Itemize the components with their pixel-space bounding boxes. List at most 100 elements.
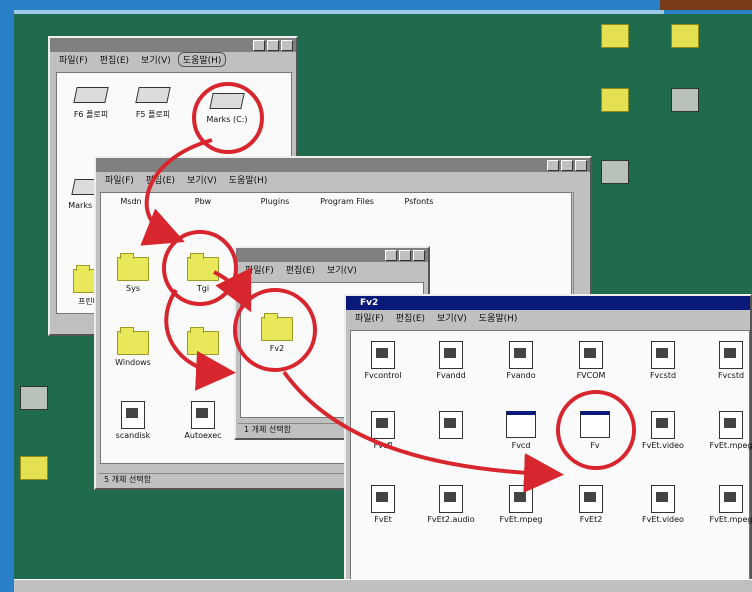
floppy-drive-icon [135,87,171,103]
file-item[interactable]: FvEt [353,485,413,524]
desktop-icon[interactable] [654,24,716,50]
menu-edit[interactable]: 편집(E) [95,52,134,67]
file-item[interactable]: FvEt.mpeg [701,485,752,524]
file-item[interactable]: Fvcfl [353,411,413,450]
file-item[interactable]: FvEt.mpeg [701,411,752,450]
folder-icon [20,456,48,480]
menu-file[interactable]: 파일(F) [350,310,389,325]
minimize-button[interactable] [253,39,265,51]
window-title: Fv2 [360,298,379,308]
file-item[interactable]: Fvando [491,341,551,380]
title-bar[interactable]: Fv2 [346,296,750,310]
minimize-button[interactable] [385,249,397,261]
menu-edit[interactable]: 편집(E) [281,262,320,277]
file-item[interactable]: Fvcontrol [353,341,413,380]
file-item[interactable]: FvEt.video [633,411,693,450]
menu-help[interactable]: 도움말(H) [224,172,273,187]
menu-view[interactable]: 보기(V) [182,172,222,187]
document-icon [439,411,463,439]
folder-item[interactable]: Windows [103,327,163,367]
folder-item[interactable]: Msdn [101,197,161,206]
menu-view[interactable]: 보기(V) [322,262,362,277]
folder-icon [117,253,149,281]
program-icon [506,411,536,438]
file-item[interactable]: FVCOM [561,341,621,380]
menu-bar: 파일(F) 편집(E) 보기(V) [236,262,428,276]
taskbar [14,579,752,592]
file-item[interactable] [421,411,481,441]
file-item[interactable]: FvEt.video [633,485,693,524]
desktop-icon[interactable] [584,24,646,50]
document-icon [509,341,533,369]
folder-icon [671,24,699,48]
document-icon [719,411,743,439]
menu-file[interactable]: 파일(F) [240,262,279,277]
menu-view[interactable]: 보기(V) [432,310,472,325]
folder-item[interactable]: Tgi [173,253,233,293]
file-item[interactable]: Fvcstd [701,341,752,380]
drive-item[interactable]: F5 플로피 [123,81,183,120]
menu-edit[interactable]: 편집(E) [141,172,180,187]
folder-item[interactable]: Plugins [245,197,305,206]
close-button[interactable] [281,39,293,51]
document-icon [191,401,215,429]
desktop-icon[interactable] [584,160,646,186]
folder-item[interactable]: Sys [103,253,163,293]
document-icon [671,88,699,112]
maximize-button[interactable] [399,249,411,261]
drive-item[interactable]: Marks (C:) [197,87,257,124]
program-item[interactable]: Fvcd [491,411,551,450]
title-bar[interactable] [96,158,590,172]
desktop-icon[interactable] [584,88,646,114]
program-item[interactable]: Fv [565,411,625,450]
file-item[interactable]: scandisk [103,401,163,440]
folder-icon [187,253,219,281]
folder-icon [601,88,629,112]
menu-view[interactable]: 보기(V) [136,52,176,67]
menu-file[interactable]: 파일(F) [100,172,139,187]
document-icon [579,341,603,369]
title-bar[interactable] [50,38,296,52]
document-icon [121,401,145,429]
desktop-icon[interactable] [14,456,54,482]
file-item[interactable]: Autoexec [173,401,233,440]
desktop-icon[interactable] [14,386,54,412]
program-icon [20,386,48,410]
document-icon [371,411,395,439]
folder-item[interactable]: Psfonts [389,197,449,206]
program-icon [580,411,610,438]
close-button[interactable] [413,249,425,261]
folder-item[interactable]: Fv2 [247,313,307,353]
menu-file[interactable]: 파일(F) [54,52,93,67]
menu-edit[interactable]: 편집(E) [391,310,430,325]
document-icon [579,485,603,513]
desktop-icon[interactable] [654,88,716,114]
folder-item[interactable]: Program Files [317,197,377,206]
document-icon [651,411,675,439]
menu-help[interactable]: 도움말(H) [474,310,523,325]
window-content: Fvcontrol Fvandd Fvando FVCOM Fvcstd Fvc… [350,330,752,590]
title-bar[interactable] [236,248,428,262]
file-item[interactable]: FvEt2.audio [421,485,481,524]
file-item[interactable]: FvEt.mpeg [491,485,551,524]
maximize-button[interactable] [561,159,573,171]
document-icon [719,485,743,513]
hard-drive-icon [209,93,245,109]
menu-bar: 파일(F) 편집(E) 보기(V) 도움말(H) [346,310,750,324]
minimize-button[interactable] [547,159,559,171]
program-icon [601,160,629,184]
menu-bar: 파일(F) 편집(E) 보기(V) 도움말(H) [50,51,296,67]
document-icon [439,341,463,369]
maximize-button[interactable] [267,39,279,51]
drive-item[interactable]: F6 플로피 [61,81,121,120]
file-item[interactable]: Fvcstd [633,341,693,380]
folder-icon [117,327,149,355]
file-item[interactable]: FvEt2 [561,485,621,524]
document-icon [371,485,395,513]
folder-item[interactable] [173,327,233,358]
file-item[interactable]: Fvandd [421,341,481,380]
menu-help[interactable]: 도움말(H) [177,51,227,67]
fv2-folder-window[interactable]: Fv2 파일(F) 편집(E) 보기(V) 도움말(H) Fvcontrol F… [344,294,752,592]
close-button[interactable] [575,159,587,171]
folder-item[interactable]: Pbw [173,197,233,206]
